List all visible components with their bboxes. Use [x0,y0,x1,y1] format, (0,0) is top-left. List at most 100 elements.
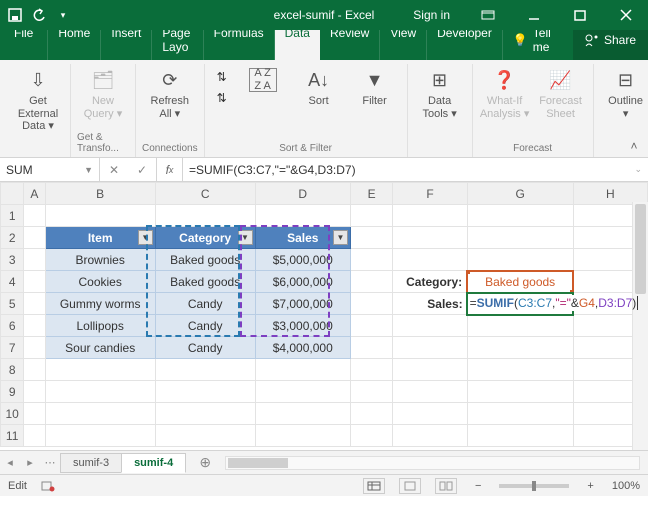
zoom-slider[interactable] [499,484,569,488]
cell-F10[interactable] [393,403,467,425]
cell-A1[interactable] [24,205,45,227]
cell-E4[interactable] [350,271,392,293]
cell-A5[interactable] [24,293,45,315]
cell-B10[interactable] [45,403,155,425]
page-layout-view-icon[interactable] [399,478,421,494]
cell-B1[interactable] [45,205,155,227]
cell-C11[interactable] [155,425,255,447]
cell-G10[interactable] [467,403,573,425]
cell-E2[interactable] [350,227,392,249]
cell-D11[interactable] [255,425,350,447]
cell-E5[interactable] [350,293,392,315]
sort-mini-button[interactable]: ⇅ [211,67,233,87]
new-sheet-button[interactable]: ⊕ [193,454,217,471]
cell-G5[interactable]: =SUMIF(C3:C7,"="&G4,D3:D7) [467,293,573,315]
cell-G7[interactable] [467,337,573,359]
minimize-icon[interactable] [512,0,556,30]
chevron-down-icon[interactable]: ▼ [84,165,93,175]
worksheet-grid[interactable]: ABCDEFGH12Item▼Category▼Sales▼3BrowniesB… [0,182,648,450]
cell-F6[interactable] [393,315,467,337]
cell-B5[interactable]: Gummy worms [45,293,155,315]
cell-A7[interactable] [24,337,45,359]
cell-F3[interactable] [393,249,467,271]
col-header-B[interactable]: B [45,183,155,205]
cell-A9[interactable] [24,381,45,403]
cell-G11[interactable] [467,425,573,447]
cell-C4[interactable]: Baked goods [155,271,255,293]
cell-E1[interactable] [350,205,392,227]
cell-G9[interactable] [467,381,573,403]
cell-G2[interactable] [467,227,573,249]
cell-C2[interactable]: Category▼ [155,227,255,249]
tab-scroll-left-icon[interactable]: ◂ [0,456,20,469]
cell-D9[interactable] [255,381,350,403]
cell-E9[interactable] [350,381,392,403]
cell-D1[interactable] [255,205,350,227]
cell-D4[interactable]: $6,000,000 [255,271,350,293]
horizontal-scrollbar[interactable] [225,456,640,470]
cell-E7[interactable] [350,337,392,359]
cell-F7[interactable] [393,337,467,359]
name-box[interactable]: SUM▼ [0,158,100,181]
collapse-ribbon-icon[interactable]: ˄ [626,138,642,154]
cell-F11[interactable] [393,425,467,447]
cell-B7[interactable]: Sour candies [45,337,155,359]
data-button[interactable]: ⊞DataTools ▾ [414,64,466,120]
sort-az-button[interactable]: A ZZ A [237,64,289,92]
save-icon[interactable] [8,8,22,22]
cell-C3[interactable]: Baked goods [155,249,255,271]
fx-icon[interactable]: fx [157,158,183,181]
filter-dropdown-icon[interactable]: ▼ [138,230,153,245]
vertical-scrollbar[interactable] [632,202,648,450]
col-header-C[interactable]: C [155,183,255,205]
cell-B4[interactable]: Cookies [45,271,155,293]
cell-F8[interactable] [393,359,467,381]
ribbon-options-icon[interactable] [466,0,510,30]
cell-D5[interactable]: $7,000,000 [255,293,350,315]
cancel-formula-icon[interactable]: ✕ [100,158,128,181]
cell-A4[interactable] [24,271,45,293]
sheet-tab-sumif-3[interactable]: sumif-3 [60,453,122,473]
cell-F9[interactable] [393,381,467,403]
cell-G4[interactable]: Baked goods [467,271,573,293]
row-header-10[interactable]: 10 [1,403,24,425]
cell-B9[interactable] [45,381,155,403]
tab-scroll-right-icon[interactable]: ▸ [20,456,40,469]
cell-G3[interactable] [467,249,573,271]
row-header-11[interactable]: 11 [1,425,24,447]
sheet-tab-sumif-4[interactable]: sumif-4 [121,453,186,473]
cell-E3[interactable] [350,249,392,271]
close-icon[interactable] [604,0,648,30]
col-header-G[interactable]: G [467,183,573,205]
cell-D6[interactable]: $3,000,000 [255,315,350,337]
cell-A2[interactable] [24,227,45,249]
cell-C6[interactable]: Candy [155,315,255,337]
cell-A11[interactable] [24,425,45,447]
filter-dropdown-icon[interactable]: ▼ [333,230,348,245]
row-header-9[interactable]: 9 [1,381,24,403]
col-header-A[interactable]: A [24,183,45,205]
cell-F1[interactable] [393,205,467,227]
cell-A3[interactable] [24,249,45,271]
formula-bar[interactable]: =SUMIF(C3:C7,"="&G4,D3:D7) ⌄ [183,158,648,181]
col-header-F[interactable]: F [393,183,467,205]
tab-more-icon[interactable]: ⋯ [40,456,60,469]
cell-E10[interactable] [350,403,392,425]
cell-D3[interactable]: $5,000,000 [255,249,350,271]
cell-A6[interactable] [24,315,45,337]
accept-formula-icon[interactable]: ✓ [128,158,156,181]
row-header-5[interactable]: 5 [1,293,24,315]
cell-F4[interactable]: Category: [393,271,467,293]
cell-C9[interactable] [155,381,255,403]
filter-button[interactable]: ▼Filter [349,64,401,108]
cell-D7[interactable]: $4,000,000 [255,337,350,359]
cell-E11[interactable] [350,425,392,447]
normal-view-icon[interactable] [363,478,385,494]
cell-D10[interactable] [255,403,350,425]
cell-G6[interactable] [467,315,573,337]
sort-mini-button[interactable]: ⇅ [211,88,233,108]
refresh-button[interactable]: ⟳RefreshAll ▾ [144,64,196,120]
cell-C7[interactable]: Candy [155,337,255,359]
cell-E8[interactable] [350,359,392,381]
cell-B11[interactable] [45,425,155,447]
